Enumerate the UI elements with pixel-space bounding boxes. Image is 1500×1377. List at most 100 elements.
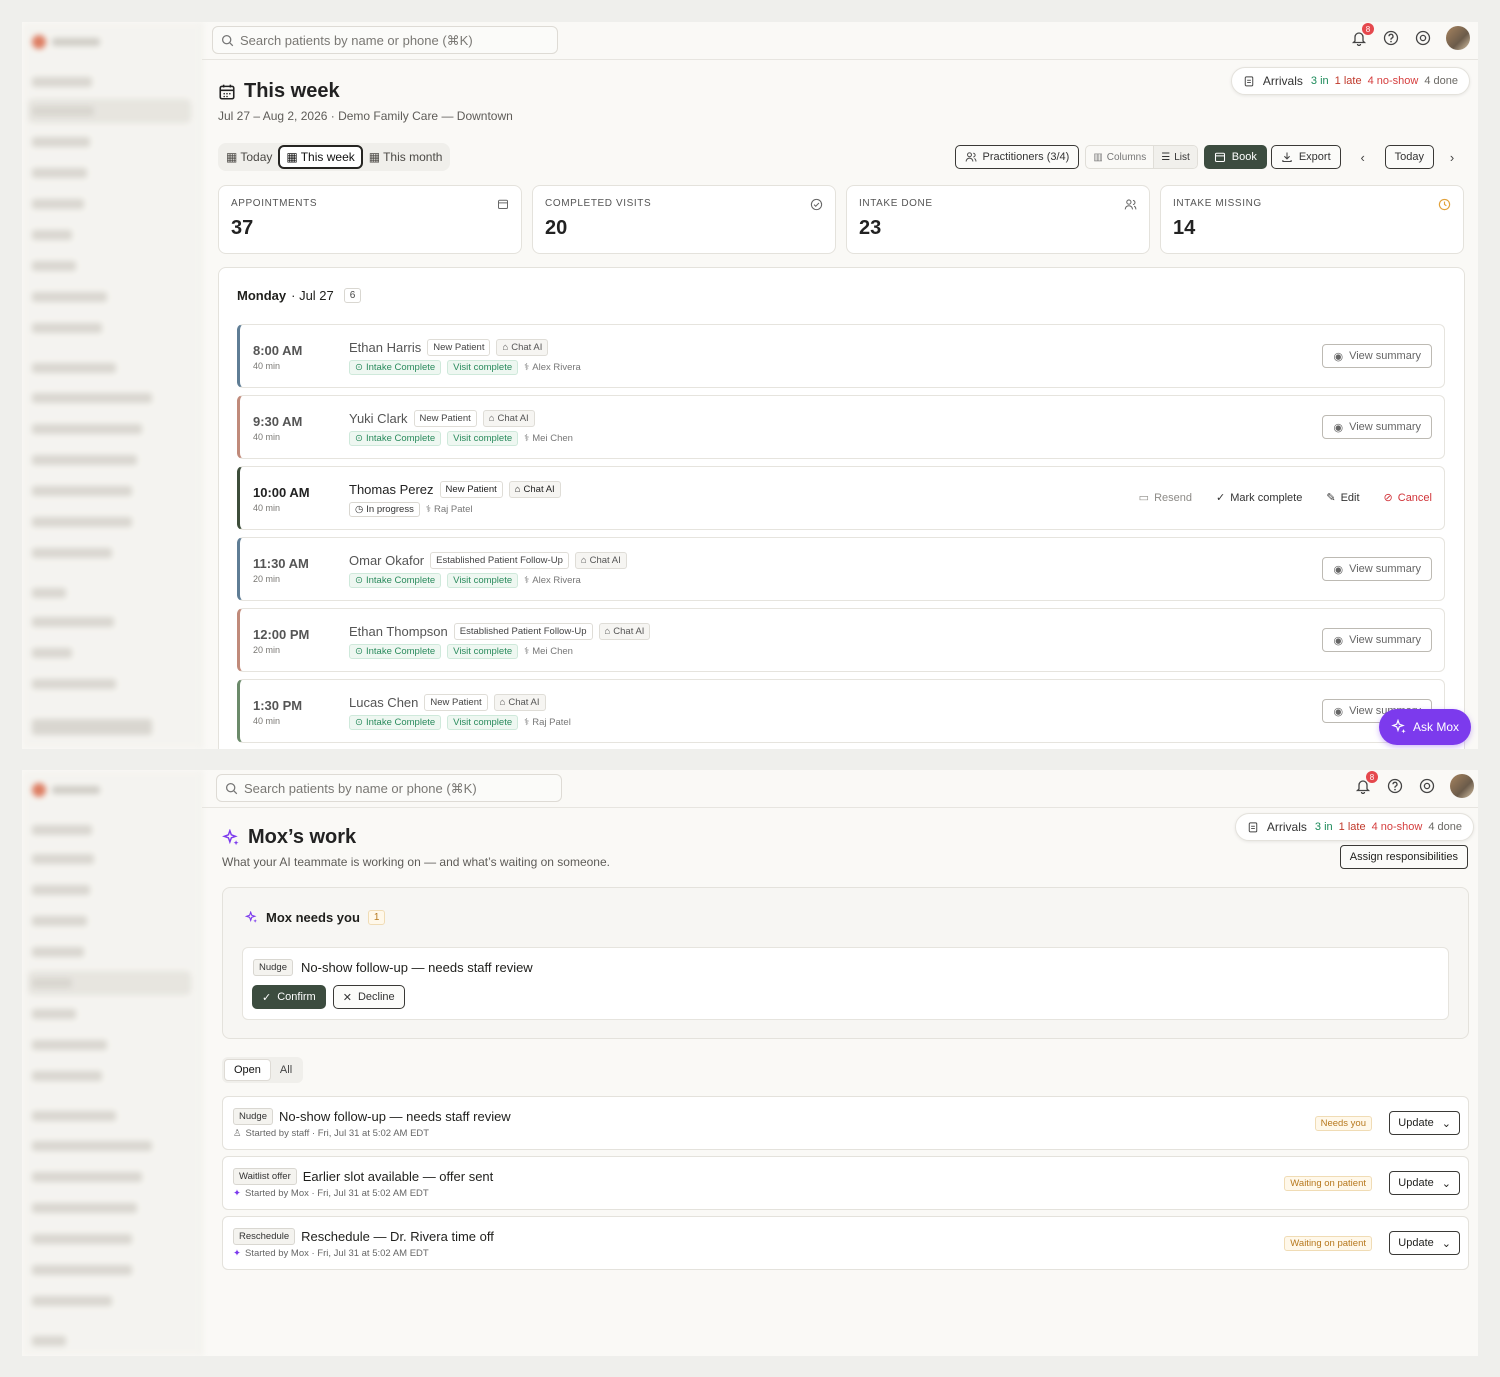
sidebar-item[interactable]: [32, 1141, 152, 1151]
assign-responsibilities-button[interactable]: Assign responsibilities: [1339, 845, 1468, 869]
list-view-button[interactable]: ☰ List: [1153, 146, 1197, 168]
sidebar-item[interactable]: [32, 168, 87, 178]
support-icon[interactable]: [1414, 29, 1432, 47]
book-button[interactable]: Book: [1203, 145, 1267, 169]
check-circle-icon: ⊙: [355, 646, 363, 657]
ask-mox-button[interactable]: Ask Mox: [1379, 709, 1471, 745]
sidebar-item[interactable]: [32, 854, 94, 864]
appointment-row-active[interactable]: 10:00 AM 40 min Thomas Perez New Patient…: [237, 466, 1445, 530]
sidebar-item[interactable]: [32, 947, 84, 957]
patient-name[interactable]: Ethan Harris: [349, 340, 421, 355]
next-week-chevron-icon[interactable]: ›: [1444, 150, 1460, 165]
search-input[interactable]: [240, 32, 540, 48]
sidebar-item[interactable]: [32, 548, 112, 558]
sidebar-section-header: [32, 1336, 66, 1346]
visit-status: Visit complete: [447, 715, 519, 730]
sidebar-item[interactable]: [32, 648, 72, 658]
appointment-row[interactable]: 8:00 AM 40 min Ethan Harris New Patient …: [237, 324, 1445, 388]
sidebar-item[interactable]: [32, 1009, 76, 1019]
search-box[interactable]: [212, 26, 558, 54]
view-summary-button[interactable]: ◉ View summary: [1322, 344, 1432, 368]
sidebar-item[interactable]: [32, 617, 114, 627]
sidebar-item[interactable]: [32, 1071, 102, 1081]
sidebar-item[interactable]: [32, 424, 142, 434]
arrivals-no-show: 4 no-show: [1367, 75, 1419, 87]
search-box[interactable]: [216, 774, 562, 802]
practitioners-button[interactable]: Practitioners (3/4): [954, 145, 1080, 169]
bell-icon[interactable]: 8: [1354, 771, 1378, 795]
mark-complete-button[interactable]: ✓ Mark complete: [1216, 491, 1302, 505]
sidebar-item[interactable]: [32, 455, 137, 465]
update-dropdown[interactable]: Update ⌄: [1389, 1231, 1460, 1255]
sidebar-item[interactable]: [32, 261, 76, 271]
arrivals-pill[interactable]: Arrivals 3 in 1 late 4 no-show 4 done: [1230, 67, 1470, 95]
sidebar-item[interactable]: [32, 323, 102, 333]
patient-name[interactable]: Omar Okafor: [349, 553, 424, 568]
columns-view-button[interactable]: ▥ Columns: [1086, 146, 1153, 168]
sidebar-item[interactable]: [32, 885, 90, 895]
sidebar-item[interactable]: [32, 1296, 112, 1306]
patient-name[interactable]: Lucas Chen: [349, 695, 418, 710]
today-button[interactable]: Today: [1384, 145, 1434, 169]
sidebar-item[interactable]: [32, 679, 116, 689]
view-summary-button[interactable]: ◉ View summary: [1322, 557, 1432, 581]
range-today[interactable]: ▦ Today: [220, 145, 278, 169]
cancel-button[interactable]: ⊘ Cancel: [1384, 491, 1432, 505]
notification-badge: 8: [1362, 23, 1374, 35]
sidebar-item[interactable]: [32, 978, 72, 988]
bell-icon[interactable]: 8: [1350, 23, 1374, 47]
update-dropdown[interactable]: Update ⌄: [1389, 1171, 1460, 1195]
sidebar-item[interactable]: [32, 1040, 107, 1050]
update-dropdown[interactable]: Update ⌄: [1389, 1111, 1460, 1135]
sidebar-item[interactable]: [32, 106, 94, 116]
sidebar-item[interactable]: [32, 292, 107, 302]
sidebar-item[interactable]: [32, 199, 84, 209]
resend-button[interactable]: ▭ Resend: [1139, 491, 1192, 505]
appointment-row[interactable]: 12:00 PM 20 min Ethan Thompson Establish…: [237, 608, 1445, 672]
confirm-button[interactable]: ✓ Confirm: [252, 985, 326, 1009]
appointment-row[interactable]: 1:30 PM 40 min Lucas Chen New Patient ⌂ C…: [237, 679, 1445, 743]
appointment-row[interactable]: 9:30 AM 40 min Yuki Clark New Patient ⌂ C…: [237, 395, 1445, 459]
avatar[interactable]: [1446, 26, 1470, 50]
patient-name[interactable]: Yuki Clark: [349, 411, 408, 426]
avatar[interactable]: [1450, 774, 1474, 798]
chevron-down-icon: ⌄: [1441, 1237, 1451, 1250]
mox-needs-you-panel: Mox needs you 1 Nudge No-show follow-up …: [222, 887, 1469, 1039]
sidebar-item[interactable]: [32, 486, 132, 496]
sidebar-item[interactable]: [32, 230, 72, 240]
view-summary-button[interactable]: ◉ View summary: [1322, 628, 1432, 652]
appointment-duration: 20 min: [253, 645, 281, 655]
sidebar-item[interactable]: [32, 1203, 137, 1213]
user-icon: ♙: [233, 1128, 242, 1139]
decline-button[interactable]: ✕ Decline: [332, 985, 405, 1009]
tab-all[interactable]: All: [271, 1059, 301, 1081]
help-icon[interactable]: [1386, 777, 1404, 795]
source-tag: ⌂ Chat AI: [482, 410, 535, 427]
sidebar-item[interactable]: [32, 1265, 132, 1275]
export-button[interactable]: Export: [1270, 145, 1341, 169]
sidebar-user[interactable]: [32, 719, 152, 735]
sidebar-item[interactable]: [32, 517, 132, 527]
view-summary-button[interactable]: ◉ View summary: [1322, 415, 1432, 439]
range-this-month[interactable]: ▦ This month: [363, 145, 449, 169]
appointment-row[interactable]: 11:30 AM 20 min Omar Okafor Established …: [237, 537, 1445, 601]
sidebar-item[interactable]: [32, 916, 87, 926]
search-input[interactable]: [244, 780, 544, 796]
tab-open[interactable]: Open: [224, 1059, 271, 1081]
arrivals-pill[interactable]: Arrivals 3 in 1 late 4 no-show 4 done: [1234, 813, 1474, 841]
prev-week-chevron-icon[interactable]: ‹: [1351, 150, 1375, 165]
task-row[interactable]: Waitlist offer Earlier slot available — o…: [222, 1156, 1469, 1210]
range-this-week[interactable]: ▦ This week: [278, 145, 363, 169]
patient-name[interactable]: Thomas Perez: [349, 482, 434, 497]
sidebar-item[interactable]: [32, 1172, 142, 1182]
sidebar-item[interactable]: [32, 137, 90, 147]
sidebar-item[interactable]: [32, 1234, 132, 1244]
task-row[interactable]: Nudge No-show follow-up — needs staff rev…: [222, 1096, 1469, 1150]
edit-button[interactable]: ✎ Edit: [1326, 491, 1359, 505]
task-row[interactable]: Reschedule Reschedule — Dr. Rivera time o…: [222, 1216, 1469, 1270]
sidebar-item[interactable]: [32, 393, 152, 403]
support-icon[interactable]: [1418, 777, 1436, 795]
day-header: Monday · Jul 27 6: [237, 288, 362, 303]
help-icon[interactable]: [1382, 29, 1400, 47]
patient-name[interactable]: Ethan Thompson: [349, 624, 448, 639]
